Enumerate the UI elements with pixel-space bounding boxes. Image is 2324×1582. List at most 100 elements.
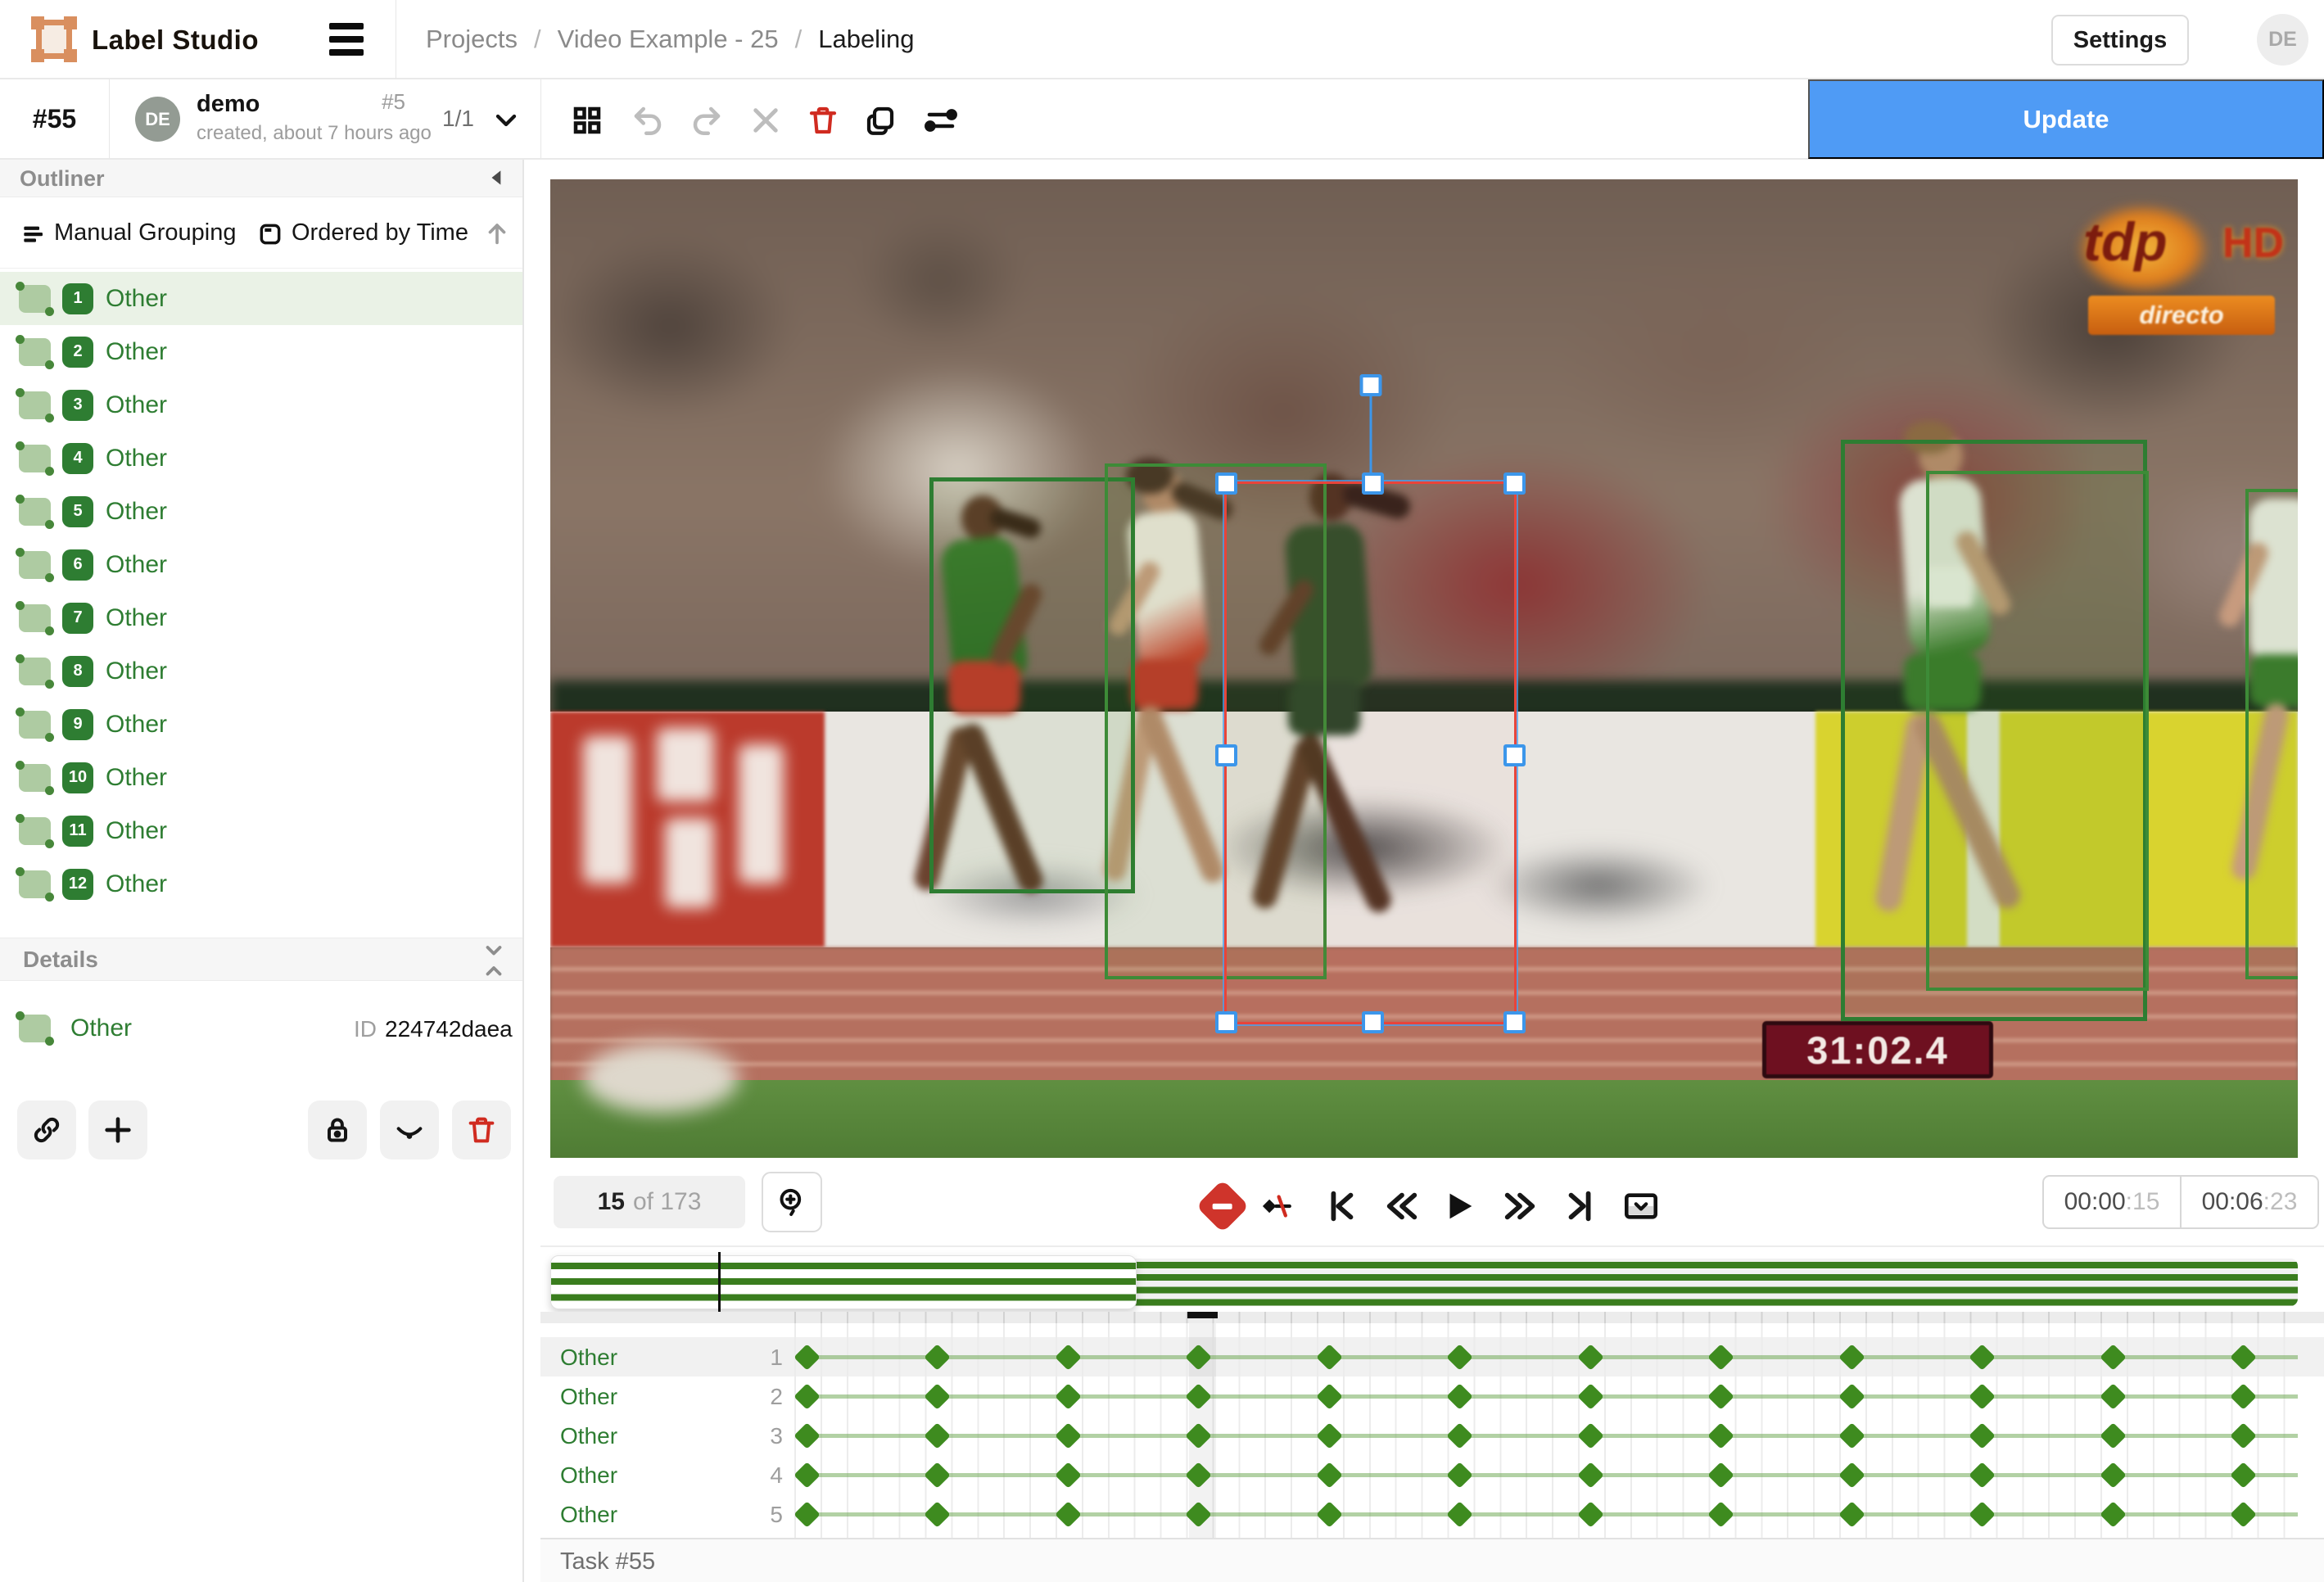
keyframe-diamond[interactable] <box>1838 1462 1865 1489</box>
collapse-details-icon[interactable] <box>482 943 506 978</box>
keyframe-diamond[interactable] <box>924 1383 951 1410</box>
grouping-mode-button[interactable]: Manual Grouping <box>54 219 236 246</box>
skip-to-start-button[interactable] <box>1320 1185 1363 1227</box>
video-canvas[interactable]: tdp HD directo 31:02.4 <box>550 179 2298 1158</box>
skip-to-end-button[interactable] <box>1559 1185 1602 1227</box>
keyframe-diamond[interactable] <box>1576 1501 1604 1528</box>
timeline-minimap[interactable] <box>550 1252 2298 1313</box>
outliner-region-row[interactable]: 4 Other <box>0 432 522 485</box>
keyframe-diamond[interactable] <box>1576 1422 1604 1449</box>
keyframe-diamond[interactable] <box>1185 1501 1212 1528</box>
outliner-region-row[interactable]: 7 Other <box>0 591 522 644</box>
minimap-playhead[interactable] <box>718 1252 721 1313</box>
settings-sliders-icon[interactable] <box>922 102 960 139</box>
keyframe-diamond[interactable] <box>2230 1383 2257 1410</box>
keyframe-diamond[interactable] <box>1315 1501 1343 1528</box>
link-region-button[interactable] <box>17 1101 76 1159</box>
outliner-region-row[interactable]: 8 Other <box>0 644 522 698</box>
keyframe-diamond[interactable] <box>2099 1422 2127 1449</box>
outliner-region-row[interactable]: 12 Other <box>0 857 522 911</box>
lock-region-button[interactable] <box>308 1101 367 1159</box>
collapse-timeline-button[interactable] <box>1620 1185 1662 1227</box>
add-relation-button[interactable] <box>88 1101 147 1159</box>
keyframe-diamond[interactable] <box>1969 1344 1996 1371</box>
outliner-region-row[interactable]: 9 Other <box>0 698 522 751</box>
keyframe-diamond[interactable] <box>1969 1501 1996 1528</box>
user-avatar[interactable]: DE <box>2257 14 2308 66</box>
collapse-panel-icon[interactable] <box>486 167 508 188</box>
keyframe-diamond[interactable] <box>793 1462 821 1489</box>
menu-hamburger-icon[interactable] <box>328 21 367 57</box>
resize-handle-ml[interactable] <box>1215 744 1237 766</box>
keyframe-diamond[interactable] <box>1054 1422 1082 1449</box>
keyframe-diamond[interactable] <box>1446 1422 1473 1449</box>
keyframe-diamond[interactable] <box>924 1501 951 1528</box>
frame-ruler[interactable] <box>540 1312 2324 1323</box>
redo-icon[interactable] <box>688 102 726 139</box>
keyframe-diamond[interactable] <box>2230 1422 2257 1449</box>
keyframe-diamond[interactable] <box>1707 1501 1734 1528</box>
timeline-row-track[interactable] <box>793 1376 2298 1416</box>
keyframe-diamond[interactable] <box>1838 1422 1865 1449</box>
keyframe-diamond[interactable] <box>1707 1422 1734 1449</box>
timeline-row-track[interactable] <box>793 1337 2298 1376</box>
keyframe-diamond[interactable] <box>1185 1383 1212 1410</box>
keyframe-diamond[interactable] <box>1054 1344 1082 1371</box>
timeline-row[interactable]: Other 2 <box>540 1376 2324 1416</box>
keyframe-diamond[interactable] <box>1315 1422 1343 1449</box>
keyframe-diamond[interactable] <box>793 1501 821 1528</box>
outliner-region-row[interactable]: 11 Other <box>0 804 522 857</box>
reset-icon[interactable] <box>747 102 784 139</box>
resize-handle-tr[interactable] <box>1503 472 1526 495</box>
sort-direction-arrow-icon[interactable] <box>483 219 511 247</box>
keyframe-diamond[interactable] <box>793 1422 821 1449</box>
keyframe-interpolation-toggle[interactable] <box>1256 1185 1299 1227</box>
keyframe-diamond[interactable] <box>2230 1462 2257 1489</box>
outliner-region-row[interactable]: 6 Other <box>0 538 522 591</box>
keyframe-diamond[interactable] <box>1707 1383 1734 1410</box>
bbox-region[interactable] <box>1926 471 2149 991</box>
timeline-row[interactable]: Other 5 <box>540 1494 2324 1534</box>
details-region-row[interactable]: Other ID 224742daea <box>0 1006 522 1055</box>
ordering-mode-button[interactable]: Ordered by Time <box>292 219 468 246</box>
keyframe-diamond[interactable] <box>1446 1344 1473 1371</box>
keyframe-diamond[interactable] <box>1446 1462 1473 1489</box>
keyframe-diamond[interactable] <box>1185 1344 1212 1371</box>
outliner-region-row[interactable]: 2 Other <box>0 325 522 378</box>
keyframe-diamond[interactable] <box>2230 1344 2257 1371</box>
label-studio-logo-icon[interactable] <box>31 16 77 62</box>
keyframe-diamond[interactable] <box>1185 1422 1212 1449</box>
play-button[interactable] <box>1438 1185 1481 1227</box>
keyframe-diamond[interactable] <box>2099 1383 2127 1410</box>
resize-handle-bm[interactable] <box>1362 1011 1384 1033</box>
keyframe-diamond[interactable] <box>1185 1462 1212 1489</box>
timeline-row-track[interactable] <box>793 1455 2298 1494</box>
outliner-region-row[interactable]: 5 Other <box>0 485 522 538</box>
delete-annotation-icon[interactable] <box>804 102 842 139</box>
breadcrumb-project-name[interactable]: Video Example - 25 <box>558 25 779 54</box>
selected-bbox-region[interactable] <box>1215 374 1526 1033</box>
view-all-grid-icon[interactable] <box>568 102 606 139</box>
keyframe-diamond[interactable] <box>793 1383 821 1410</box>
keyframe-diamond[interactable] <box>1315 1383 1343 1410</box>
minimap-viewport[interactable] <box>550 1255 1137 1309</box>
outliner-region-row[interactable]: 1 Other <box>0 272 522 325</box>
keyframe-diamond[interactable] <box>1838 1383 1865 1410</box>
timeline-row[interactable]: Other 1 <box>540 1337 2324 1376</box>
breadcrumb-projects[interactable]: Projects <box>426 25 518 54</box>
keyframe-diamond[interactable] <box>2099 1462 2127 1489</box>
keyframe-diamond[interactable] <box>1446 1383 1473 1410</box>
resize-handle-tl[interactable] <box>1215 472 1237 495</box>
keyframe-diamond[interactable] <box>1838 1344 1865 1371</box>
keyframe-diamond[interactable] <box>2099 1344 2127 1371</box>
keyframe-diamond[interactable] <box>924 1422 951 1449</box>
keyframe-diamond[interactable] <box>1576 1383 1604 1410</box>
resize-handle-tm[interactable] <box>1362 472 1384 495</box>
keyframe-diamond[interactable] <box>1838 1501 1865 1528</box>
keyframe-diamond[interactable] <box>1969 1422 1996 1449</box>
resize-handle-bl[interactable] <box>1215 1011 1237 1033</box>
keyframe-diamond[interactable] <box>1969 1462 1996 1489</box>
rotation-handle[interactable] <box>1359 374 1381 396</box>
keyframe-diamond[interactable] <box>1054 1462 1082 1489</box>
chevron-down-icon[interactable] <box>490 104 522 137</box>
